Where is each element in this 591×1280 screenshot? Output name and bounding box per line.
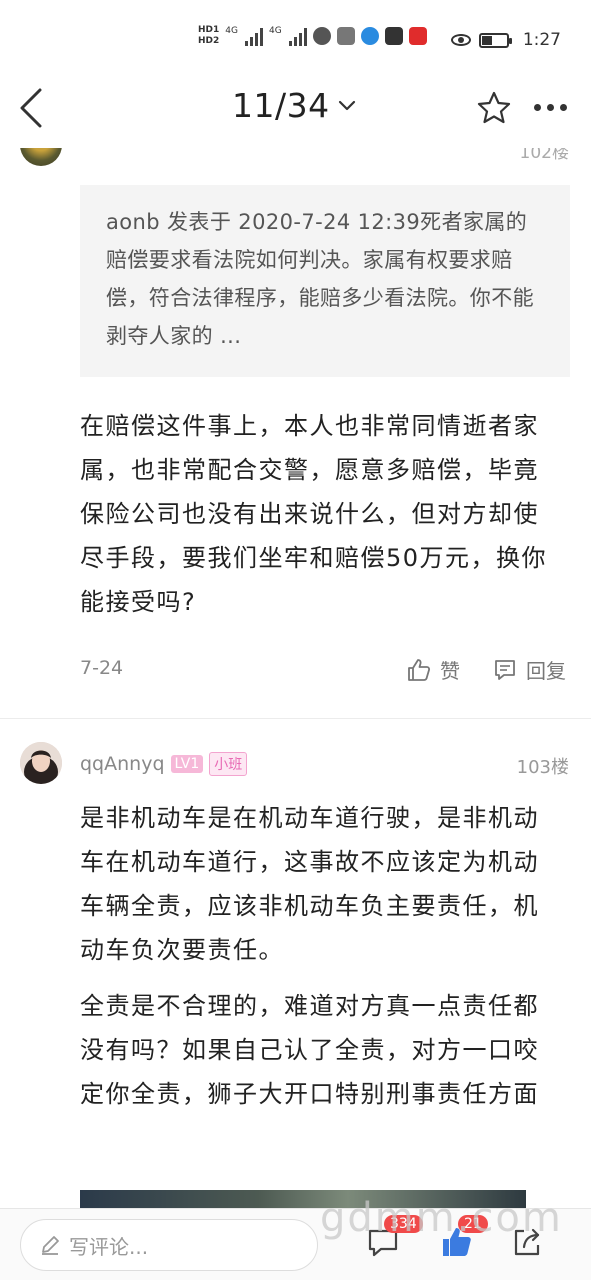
pencil-icon bbox=[42, 1236, 59, 1255]
post-body-paragraph: 是非机动车是在机动车道行驶，是非机动车在机动车道行，这事故不应该定为机动车辆全责… bbox=[80, 804, 539, 964]
network-4g-label-2: 4G bbox=[268, 26, 282, 36]
dot-icon bbox=[560, 103, 567, 111]
status-icons-left: HD1 HD2 4G 4G bbox=[198, 26, 427, 46]
comment-placeholder: 写评论... bbox=[69, 1234, 149, 1259]
battery-icon bbox=[478, 32, 512, 48]
star-icon bbox=[477, 91, 511, 124]
app-notification-icon bbox=[408, 27, 427, 45]
dot-icon bbox=[547, 103, 554, 111]
favorite-button[interactable] bbox=[476, 90, 512, 126]
like-button[interactable]: 赞 bbox=[406, 655, 460, 684]
reply-label: 回复 bbox=[526, 659, 566, 683]
network-4g-label-1: 4G bbox=[225, 26, 238, 36]
level-badge: LV1 bbox=[170, 755, 204, 773]
watermark: gdmm.com bbox=[320, 1195, 563, 1241]
app-notification-icon bbox=[360, 27, 379, 45]
status-time: 1:27 bbox=[522, 30, 561, 50]
reply-button[interactable]: 回复 bbox=[492, 655, 566, 684]
app-notification-icon bbox=[384, 27, 403, 45]
back-button[interactable] bbox=[14, 86, 54, 130]
quoted-reply[interactable]: aonb 发表于 2020-7-24 12:39死者家属的赔偿要求看法院如何判决… bbox=[80, 185, 570, 377]
user-avatar-image bbox=[20, 742, 62, 784]
top-nav: 11/34 bbox=[0, 70, 591, 148]
quote-text: aonb 发表于 2020-7-24 12:39死者家属的赔偿要求看法院如何判决… bbox=[106, 210, 534, 348]
battery-fill bbox=[481, 35, 492, 45]
app-notification-icon bbox=[336, 27, 355, 45]
comment-icon bbox=[495, 659, 515, 680]
hd-icon: HD1 HD2 bbox=[198, 25, 220, 46]
post-body: 在赔偿这件事上，本人也非常同情逝者家属，也非常配合交警，愿意多赔偿，毕竟保险公司… bbox=[80, 412, 548, 616]
post-date: 7-24 bbox=[80, 657, 124, 679]
username[interactable]: qqAnnyq bbox=[80, 753, 165, 775]
status-icons-right: 1:27 bbox=[450, 30, 561, 50]
page-indicator-text: 11/34 bbox=[232, 86, 330, 125]
eye-icon bbox=[450, 34, 471, 46]
chevron-left-icon bbox=[20, 88, 42, 128]
comment-input[interactable]: 写评论... bbox=[20, 1219, 318, 1271]
signal-icon bbox=[244, 26, 263, 46]
app-notification-icon bbox=[312, 27, 331, 45]
class-badge: 小班 bbox=[209, 752, 248, 776]
avatar[interactable] bbox=[20, 742, 62, 784]
like-label: 赞 bbox=[440, 659, 460, 683]
post-body-paragraph: 全责是不合理的，难道对方真一点责任都没有吗？如果自己认了全责，对方一口咬定你全责… bbox=[80, 992, 539, 1108]
dot-icon bbox=[534, 103, 541, 111]
chevron-down-icon bbox=[338, 100, 355, 110]
floor-number: 103楼 bbox=[516, 757, 569, 778]
post-meta: 7-24 赞 回复 bbox=[80, 655, 570, 685]
page-selector[interactable]: 11/34 bbox=[232, 86, 356, 125]
thumbs-up-icon bbox=[408, 658, 431, 681]
more-button[interactable] bbox=[534, 94, 574, 120]
post-author: qqAnnyq LV1 小班 bbox=[80, 752, 248, 776]
signal-icon-2 bbox=[288, 26, 307, 46]
post-divider bbox=[0, 718, 591, 719]
